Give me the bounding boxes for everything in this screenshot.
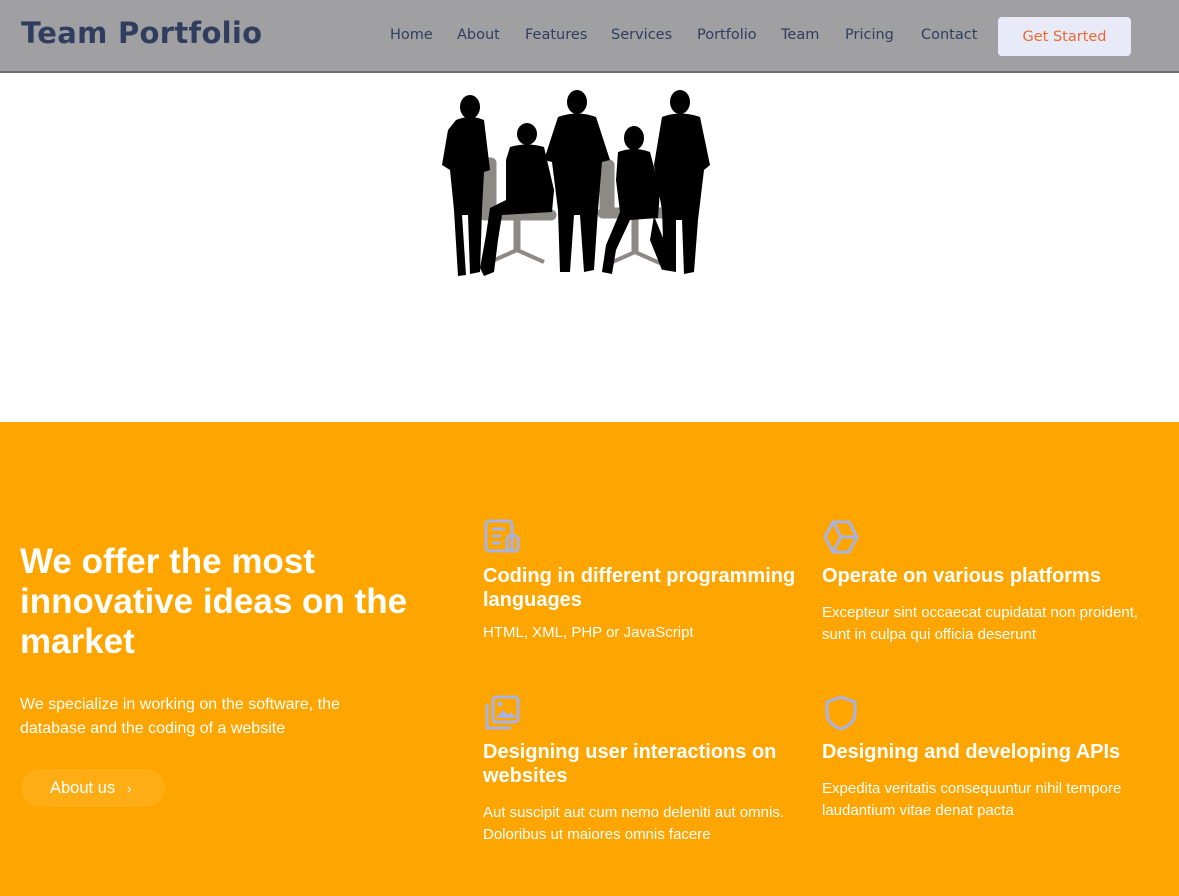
about-us-button[interactable]: About us › [21, 769, 165, 807]
site-logo[interactable]: Team Portfolio [21, 16, 262, 50]
nav-features[interactable]: Features [525, 27, 587, 43]
nav-home[interactable]: Home [390, 27, 433, 43]
feature-description: HTML, XML, PHP or JavaScript [483, 624, 694, 641]
feature-title: Designing and developing APIs [822, 741, 1121, 763]
nav-services[interactable]: Services [611, 27, 672, 43]
offer-description: We specialize in working on the software… [20, 696, 340, 737]
nav-about[interactable]: About [457, 27, 500, 43]
feature-title: Coding in different programming language… [483, 565, 796, 611]
feature-description: Excepteur sint occaecat cupidatat non pr… [822, 604, 1139, 643]
offer-section: We offer the most innovative ideas on th… [0, 422, 1179, 896]
site-header: Team Portfolio Home About Features Servi… [0, 0, 1179, 73]
feature-description: Aut suscipit aut cum nemo deleniti aut o… [483, 804, 784, 843]
document-icon [484, 519, 520, 553]
team-silhouette-image [442, 90, 710, 276]
hero-section [0, 75, 1179, 422]
feature-description: Expedita veritatis consequuntur nihil te… [822, 780, 1122, 819]
cube-icon [823, 520, 859, 554]
shield-icon [825, 695, 857, 731]
nav-contact[interactable]: Contact [921, 27, 977, 43]
nav-team[interactable]: Team [781, 27, 819, 43]
feature-title: Designing user interactions on websites [483, 741, 777, 787]
get-started-button[interactable]: Get Started [998, 17, 1131, 56]
images-icon [485, 695, 520, 730]
nav-pricing[interactable]: Pricing [845, 27, 894, 43]
about-us-label: About us [50, 778, 116, 797]
feature-title: Operate on various platforms [822, 565, 1101, 587]
offer-title: We offer the most innovative ideas on th… [20, 542, 408, 661]
chevron-right-icon: › [127, 780, 132, 796]
nav-portfolio[interactable]: Portfolio [697, 27, 757, 43]
